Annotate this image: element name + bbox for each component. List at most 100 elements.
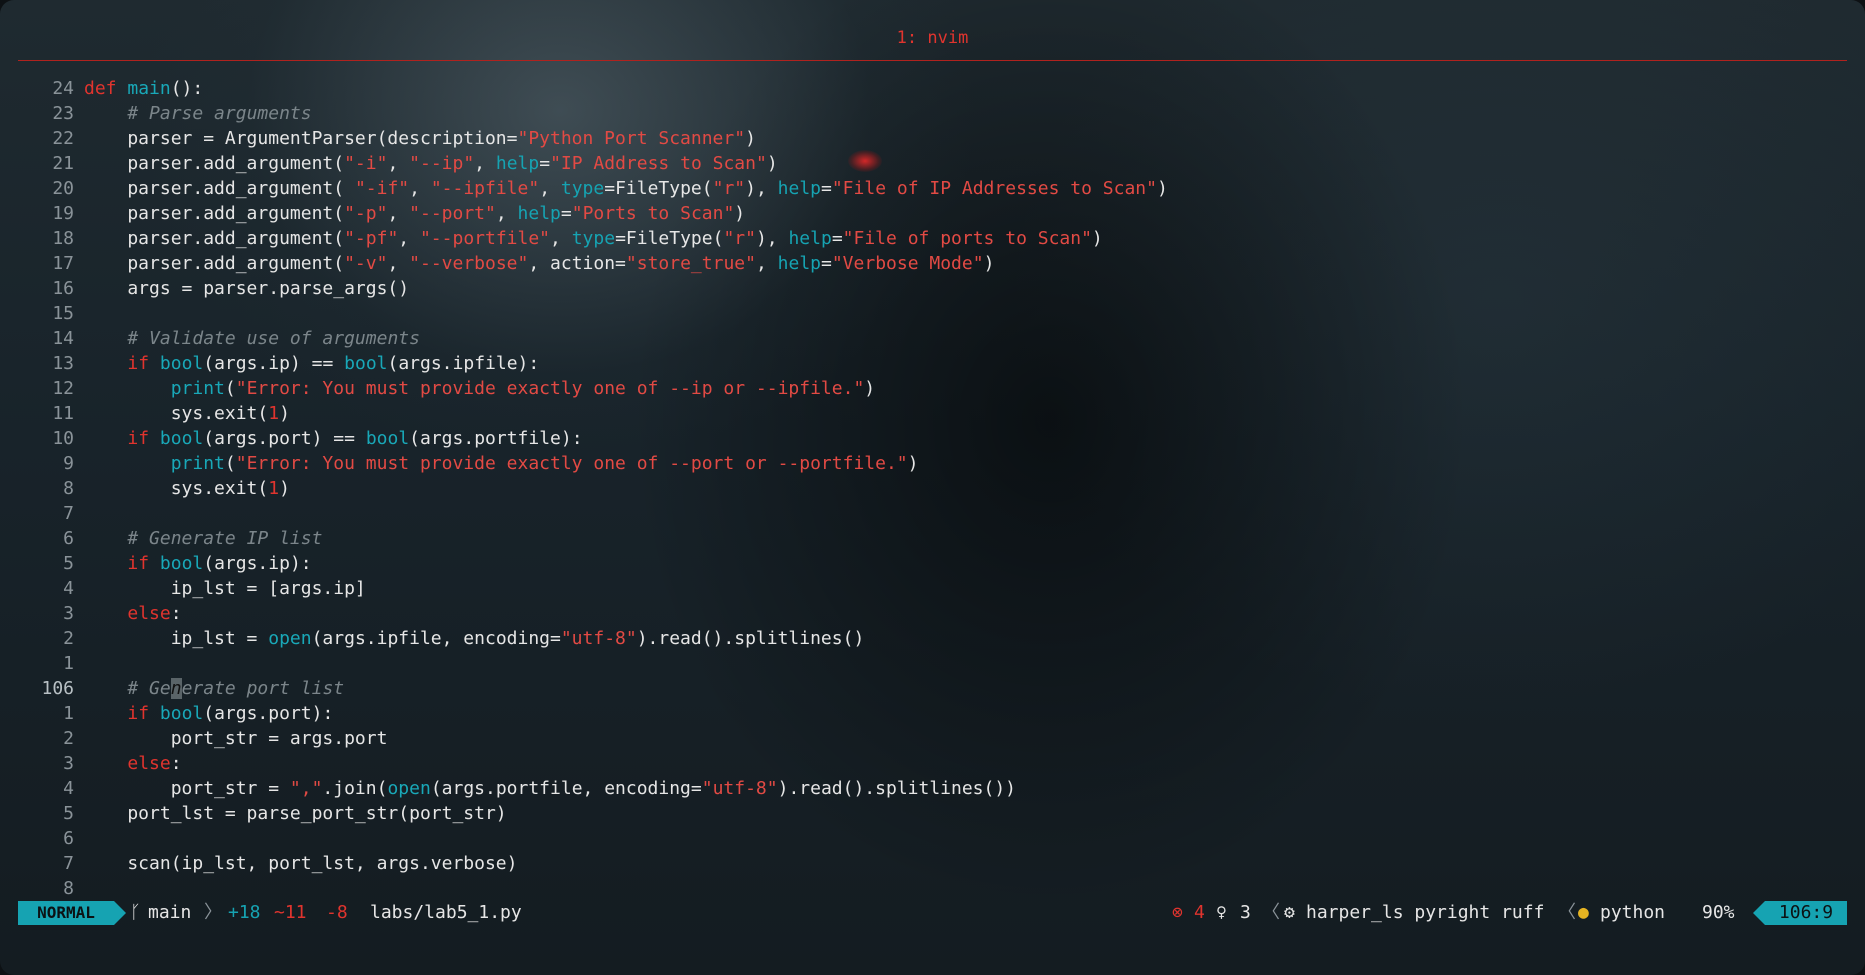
code-text[interactable]: port_lst = parse_port_str(port_str) bbox=[84, 801, 506, 826]
code-line[interactable]: 18 parser.add_argument("-pf", "--portfil… bbox=[18, 226, 1848, 251]
code-text[interactable]: parser.add_argument("-pf", "--portfile",… bbox=[84, 226, 1102, 251]
code-line[interactable]: 1 if bool(args.port): bbox=[18, 701, 1848, 726]
code-line[interactable]: 12 print("Error: You must provide exactl… bbox=[18, 376, 1848, 401]
code-text[interactable]: print("Error: You must provide exactly o… bbox=[84, 451, 919, 476]
mode-indicator: NORMAL bbox=[18, 901, 114, 925]
code-text[interactable]: ip_lst = open(args.ipfile, encoding="utf… bbox=[84, 626, 865, 651]
code-line[interactable]: 22 parser = ArgumentParser(description="… bbox=[18, 126, 1848, 151]
error-icon: ⊗ bbox=[1172, 902, 1183, 923]
code-line[interactable]: 21 parser.add_argument("-i", "--ip", hel… bbox=[18, 151, 1848, 176]
python-icon: ● bbox=[1578, 902, 1589, 923]
code-text[interactable]: parser.add_argument("-p", "--port", help… bbox=[84, 201, 745, 226]
code-text[interactable]: parser.add_argument( "-if", "--ipfile", … bbox=[84, 176, 1167, 201]
line-number: 6 bbox=[63, 528, 74, 549]
tab-title[interactable]: 1: nvim bbox=[0, 26, 1865, 50]
line-number: 2 bbox=[63, 628, 74, 649]
code-line[interactable]: 23 # Parse arguments bbox=[18, 101, 1848, 126]
code-text[interactable]: # Generate port list bbox=[84, 676, 344, 701]
code-line[interactable]: 9 print("Error: You must provide exactly… bbox=[18, 451, 1848, 476]
cursor-position: 106:9 bbox=[1765, 901, 1847, 925]
diff-removed: -8 bbox=[326, 902, 348, 923]
code-text[interactable]: if bool(args.port) == bool(args.portfile… bbox=[84, 426, 582, 451]
code-line[interactable]: 19 parser.add_argument("-p", "--port", h… bbox=[18, 201, 1848, 226]
code-line[interactable]: 1 bbox=[18, 651, 1848, 676]
code-text[interactable]: ip_lst = [args.ip] bbox=[84, 576, 366, 601]
code-text[interactable]: def main(): bbox=[84, 76, 203, 101]
code-line[interactable]: 13 if bool(args.ip) == bool(args.ipfile)… bbox=[18, 351, 1848, 376]
line-number: 23 bbox=[52, 103, 74, 124]
code-text[interactable]: # Generate IP list bbox=[84, 526, 322, 551]
code-text[interactable]: if bool(args.ip): bbox=[84, 551, 311, 576]
line-number: 16 bbox=[52, 278, 74, 299]
code-line[interactable]: 5 port_lst = parse_port_str(port_str) bbox=[18, 801, 1848, 826]
code-text[interactable]: if bool(args.ip) == bool(args.ipfile): bbox=[84, 351, 539, 376]
code-line[interactable]: 8 bbox=[18, 876, 1848, 901]
code-text[interactable]: args = parser.parse_args() bbox=[84, 276, 409, 301]
code-text[interactable]: # Validate use of arguments bbox=[84, 326, 420, 351]
line-number: 1 bbox=[63, 703, 74, 724]
code-line[interactable]: 4 ip_lst = [args.ip] bbox=[18, 576, 1848, 601]
code-text[interactable]: port_str = ",".join(open(args.portfile, … bbox=[84, 776, 1016, 801]
line-number: 11 bbox=[52, 403, 74, 424]
git-branch-icon: ᚴ bbox=[130, 902, 141, 923]
line-number: 19 bbox=[52, 203, 74, 224]
code-line[interactable]: 8 sys.exit(1) bbox=[18, 476, 1848, 501]
scroll-progress: 90% bbox=[1702, 902, 1735, 923]
chevron-right-icon: 〉 bbox=[204, 902, 222, 923]
code-line[interactable]: 6 # Generate IP list bbox=[18, 526, 1848, 551]
line-number: 12 bbox=[52, 378, 74, 399]
code-text[interactable]: else: bbox=[84, 601, 181, 626]
code-line[interactable]: 15 bbox=[18, 301, 1848, 326]
line-number: 7 bbox=[63, 503, 74, 524]
line-number: 106 bbox=[41, 678, 74, 699]
file-name[interactable]: labs/lab5_1.py bbox=[370, 901, 522, 925]
code-line[interactable]: 20 parser.add_argument( "-if", "--ipfile… bbox=[18, 176, 1848, 201]
code-line[interactable]: 5 if bool(args.ip): bbox=[18, 551, 1848, 576]
code-text[interactable]: parser.add_argument("-i", "--ip", help="… bbox=[84, 151, 777, 176]
code-line[interactable]: 4 port_str = ",".join(open(args.portfile… bbox=[18, 776, 1848, 801]
diff-added: +18 bbox=[228, 902, 261, 923]
filetype[interactable]: python bbox=[1600, 901, 1665, 925]
code-line[interactable]: 2 port_str = args.port bbox=[18, 726, 1848, 751]
code-text[interactable]: # Parse arguments bbox=[84, 101, 311, 126]
code-line[interactable]: 6 bbox=[18, 826, 1848, 851]
gear-icon: ⚙ bbox=[1284, 902, 1295, 923]
line-number: 20 bbox=[52, 178, 74, 199]
hint-count[interactable]: 3 bbox=[1240, 901, 1251, 925]
code-line[interactable]: 14 # Validate use of arguments bbox=[18, 326, 1848, 351]
line-number: 24 bbox=[52, 78, 74, 99]
line-number: 8 bbox=[63, 478, 74, 499]
code-line[interactable]: 7 bbox=[18, 501, 1848, 526]
code-line[interactable]: 24 def main(): bbox=[18, 76, 1848, 101]
code-text[interactable]: port_str = args.port bbox=[84, 726, 388, 751]
code-editor[interactable]: 24 def main(): 23 # Parse arguments 22 pars… bbox=[18, 76, 1848, 901]
code-line[interactable]: 106 # Generate port list bbox=[18, 676, 1848, 701]
line-number: 8 bbox=[63, 878, 74, 899]
code-line[interactable]: 17 parser.add_argument("-v", "--verbose"… bbox=[18, 251, 1848, 276]
line-number: 4 bbox=[63, 778, 74, 799]
code-text[interactable]: sys.exit(1) bbox=[84, 401, 290, 426]
statusline: NORMAL ᚴ main 〉 +18 ~11 -8 labs/lab5_1.p… bbox=[18, 901, 1847, 925]
branch-name[interactable]: main bbox=[148, 901, 191, 925]
code-line[interactable]: 16 args = parser.parse_args() bbox=[18, 276, 1848, 301]
code-line[interactable]: 3 else: bbox=[18, 751, 1848, 776]
lsp-clients[interactable]: harper_ls pyright ruff bbox=[1306, 901, 1544, 925]
code-line[interactable]: 10 if bool(args.port) == bool(args.portf… bbox=[18, 426, 1848, 451]
code-line[interactable]: 11 sys.exit(1) bbox=[18, 401, 1848, 426]
line-number: 10 bbox=[52, 428, 74, 449]
code-text[interactable]: parser = ArgumentParser(description="Pyt… bbox=[84, 126, 756, 151]
code-text[interactable]: if bool(args.port): bbox=[84, 701, 333, 726]
code-line[interactable]: 3 else: bbox=[18, 601, 1848, 626]
code-text[interactable]: scan(ip_lst, port_lst, args.verbose) bbox=[84, 851, 517, 876]
chevron-left-icon: 〈 bbox=[1262, 902, 1280, 923]
code-text[interactable]: parser.add_argument("-v", "--verbose", a… bbox=[84, 251, 994, 276]
code-line[interactable]: 7 scan(ip_lst, port_lst, args.verbose) bbox=[18, 851, 1848, 876]
code-text[interactable]: sys.exit(1) bbox=[84, 476, 290, 501]
line-number: 7 bbox=[63, 853, 74, 874]
line-number: 14 bbox=[52, 328, 74, 349]
error-count[interactable]: 4 bbox=[1194, 901, 1205, 925]
code-text[interactable]: else: bbox=[84, 751, 181, 776]
code-text[interactable]: print("Error: You must provide exactly o… bbox=[84, 376, 875, 401]
code-line[interactable]: 2 ip_lst = open(args.ipfile, encoding="u… bbox=[18, 626, 1848, 651]
line-number: 2 bbox=[63, 728, 74, 749]
